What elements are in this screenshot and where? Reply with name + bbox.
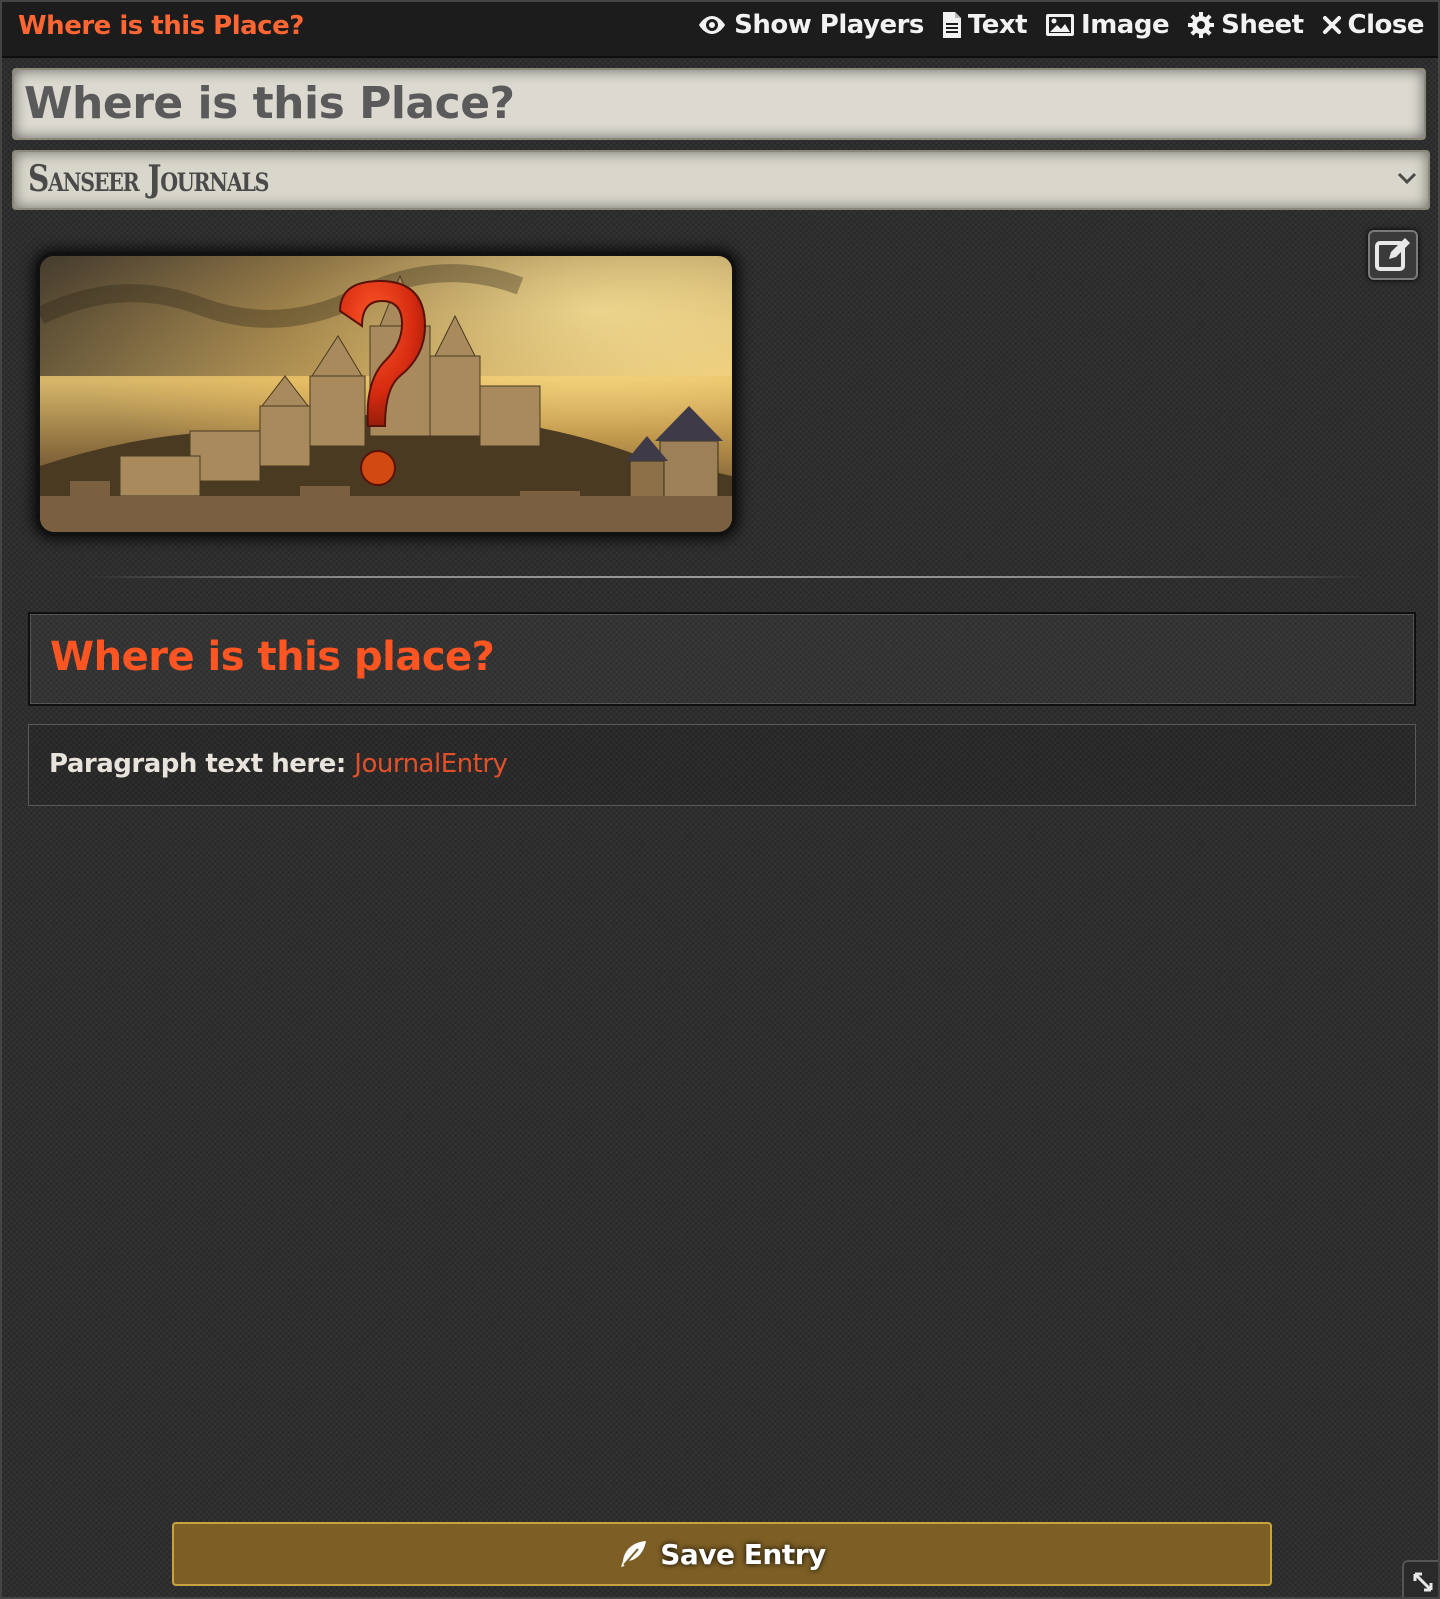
content-paragraph-block[interactable]: Paragraph text here: JournalEntry — [28, 724, 1416, 806]
entry-name-input[interactable]: Where is this Place? — [12, 68, 1426, 140]
window-header[interactable]: Where is this Place? Show Players Text I… — [2, 2, 1438, 58]
text-label: Text — [967, 10, 1028, 40]
resize-icon — [1413, 1572, 1433, 1591]
gear-icon — [1188, 12, 1215, 38]
banner-image — [36, 252, 736, 536]
close-icon — [1322, 16, 1341, 34]
section-divider — [86, 576, 1366, 578]
text-button[interactable]: Text — [942, 10, 1028, 40]
save-entry-button[interactable]: Save Entry — [172, 1522, 1272, 1586]
resize-handle[interactable] — [1402, 1560, 1438, 1597]
content-heading: Where is this place? — [50, 634, 495, 680]
sheet-label: Sheet — [1221, 10, 1304, 40]
image-button[interactable]: Image — [1045, 10, 1170, 40]
eye-icon — [699, 16, 726, 34]
close-button[interactable]: Close — [1322, 10, 1425, 40]
sheet-select-value: Sanseer Journals — [28, 158, 269, 200]
journal-entry-link[interactable]: JournalEntry — [354, 749, 508, 779]
sheet-select[interactable]: Sanseer Journals — [12, 150, 1430, 210]
show-players-label: Show Players — [734, 10, 924, 40]
castle-illustration — [40, 256, 732, 532]
chevron-down-icon — [1397, 172, 1417, 185]
close-label: Close — [1347, 10, 1425, 40]
edit-image-button[interactable] — [1368, 230, 1418, 280]
content-paragraph: Paragraph text here: JournalEntry — [49, 749, 508, 779]
feather-icon — [621, 1541, 647, 1567]
show-players-button[interactable]: Show Players — [696, 10, 924, 40]
edit-icon — [1375, 238, 1410, 271]
save-entry-label: Save Entry — [660, 1537, 826, 1571]
paragraph-label: Paragraph text here: — [49, 749, 346, 779]
window-title: Where is this Place? — [18, 11, 304, 41]
image-icon — [1046, 14, 1075, 36]
file-text-icon — [942, 12, 961, 38]
sheet-button[interactable]: Sheet — [1187, 10, 1304, 40]
content-heading-block[interactable]: Where is this place? — [28, 612, 1416, 706]
journal-window: Where is this Place? Show Players Text I… — [0, 0, 1440, 1599]
header-controls: Show Players Text Image Sheet Close — [696, 10, 1425, 40]
image-label: Image — [1081, 10, 1170, 40]
